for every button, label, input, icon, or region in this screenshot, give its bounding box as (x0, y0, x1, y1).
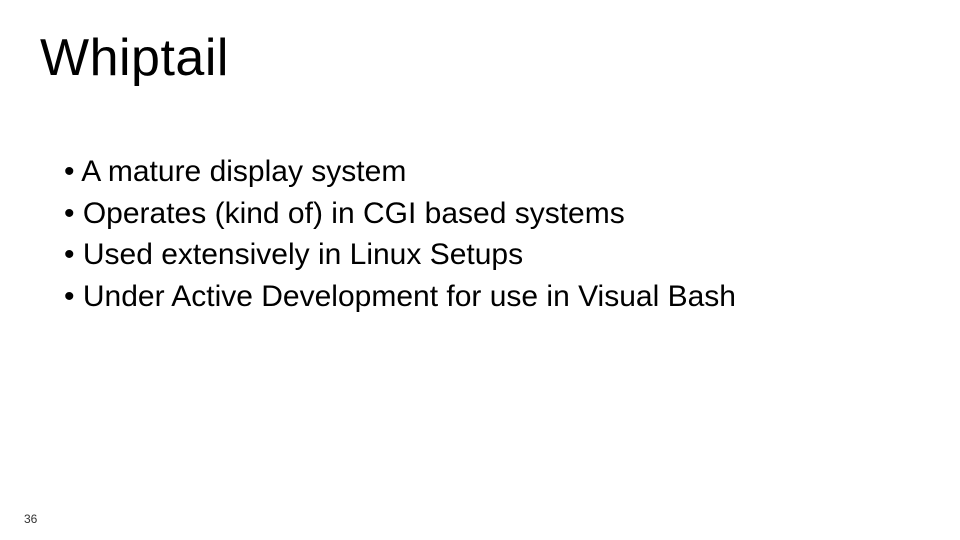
page-number: 36 (24, 512, 37, 526)
slide: Whiptail A mature display system Operate… (0, 0, 960, 540)
bullet-item: A mature display system (64, 152, 920, 193)
bullet-item: Operates (kind of) in CGI based systems (64, 194, 920, 235)
bullet-item: Used extensively in Linux Setups (64, 235, 920, 276)
slide-title: Whiptail (40, 28, 920, 88)
bullet-item: Under Active Development for use in Visu… (64, 277, 920, 318)
bullet-list: A mature display system Operates (kind o… (40, 152, 920, 317)
